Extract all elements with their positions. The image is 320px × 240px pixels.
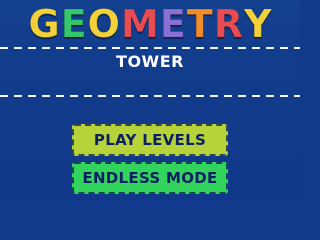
game-subtitle: TOWER bbox=[116, 52, 184, 71]
title-letter: E bbox=[159, 2, 187, 46]
game-title-logo: GEOMETRY bbox=[0, 2, 300, 46]
title-letter: G bbox=[28, 2, 60, 46]
dashed-divider-bottom bbox=[0, 95, 300, 97]
game-menu-screen: GEOMETRY TOWER PLAY LEVELS ENDLESS MODE bbox=[0, 0, 300, 200]
play-levels-button[interactable]: PLAY LEVELS bbox=[72, 124, 228, 156]
title-letter: E bbox=[60, 2, 87, 46]
title-letter: M bbox=[120, 2, 159, 46]
title-letter: R bbox=[213, 2, 243, 46]
title-letter: T bbox=[186, 2, 213, 46]
title-letter: O bbox=[87, 2, 120, 46]
title-letter: Y bbox=[243, 2, 272, 46]
endless-mode-button[interactable]: ENDLESS MODE bbox=[72, 162, 228, 194]
dashed-divider-top bbox=[0, 47, 300, 49]
